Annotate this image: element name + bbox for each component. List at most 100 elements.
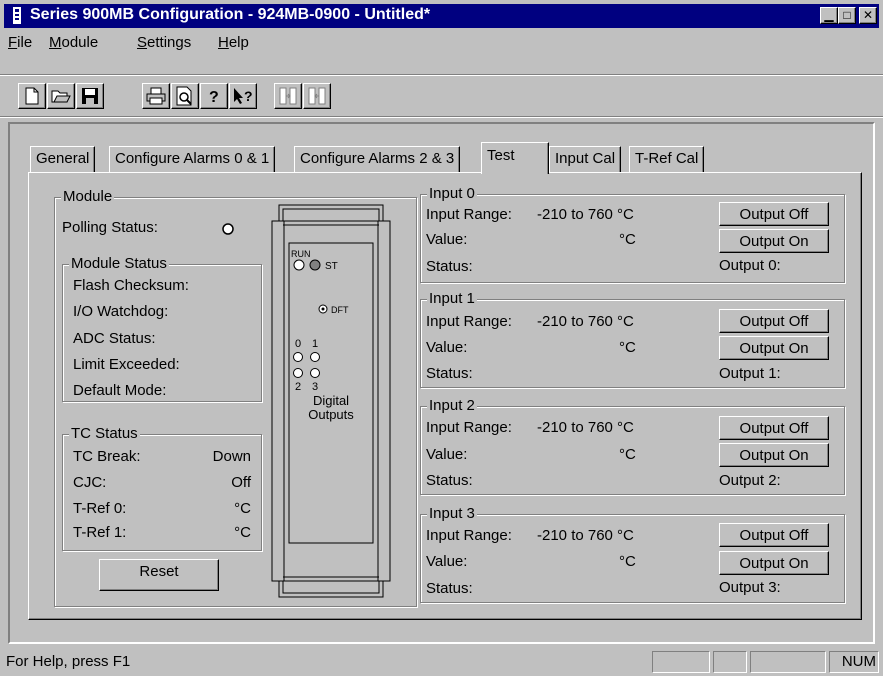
menu-module-label: odule [61, 34, 99, 51]
print-button[interactable] [142, 83, 170, 109]
title-bar[interactable]: Series 900MB Configuration - 924MB-0900 … [4, 4, 879, 28]
input-1-output-off-button[interactable]: Output Off [719, 309, 829, 333]
minimize-icon: ▁ [824, 8, 834, 22]
input-1-range-label: Input Range: [426, 313, 512, 330]
input-2-label: Input 2 [427, 397, 477, 415]
input-0-output-on-button[interactable]: Output On [719, 229, 829, 253]
input-2-output-off-label: Output Off [739, 420, 809, 437]
input-0-output-on-label: Output On [739, 233, 809, 250]
input-0-range-label: Input Range: [426, 206, 512, 223]
digital-label: Digital [313, 393, 349, 408]
new-file-icon [25, 87, 39, 105]
test-tab-panel: Module Polling Status: Module Status Fla… [28, 172, 862, 620]
input-1-output-on-button[interactable]: Output On [719, 336, 829, 360]
flash-checksum-label: Flash Checksum: [73, 277, 189, 294]
input-1-unit: °C [619, 339, 636, 356]
input-2-value-label: Value: [426, 446, 468, 463]
tab-t-ref-cal[interactable]: T-Ref Cal [629, 146, 705, 172]
input-2-unit: °C [619, 446, 636, 463]
tab-configure-alarms-0-1[interactable]: Configure Alarms 0 & 1 [109, 146, 276, 172]
input-0-unit: °C [619, 231, 636, 248]
menu-module[interactable]: Module [49, 34, 98, 51]
t-ref-0-label: T-Ref 0: [73, 500, 127, 517]
output-1-label: Output 1: [719, 365, 781, 382]
menu-separator [0, 74, 883, 76]
input-0-range-value: -210 to 760 °C [537, 206, 634, 223]
output-2-label: Output 2: [719, 472, 781, 489]
menu-help[interactable]: Help [218, 34, 249, 51]
svg-text:?: ? [244, 88, 253, 104]
menu-file[interactable]: File [8, 34, 32, 51]
menu-settings[interactable]: Settings [137, 34, 191, 51]
input-1-range-value: -210 to 760 °C [537, 313, 634, 330]
input-1-value-label: Value: [426, 339, 468, 356]
maximize-button[interactable]: □ [838, 7, 856, 24]
save-disk-icon [82, 88, 98, 104]
save-button[interactable] [76, 83, 104, 109]
module-status-label: Module Status [69, 255, 169, 273]
status-pane-1 [652, 651, 710, 673]
input-2-output-on-button[interactable]: Output On [719, 443, 829, 467]
tab-input-cal[interactable]: Input Cal [549, 146, 622, 172]
polling-status-indicator [222, 223, 234, 235]
input-3-value-label: Value: [426, 553, 468, 570]
input-3-unit: °C [619, 553, 636, 570]
close-button[interactable]: ✕ [859, 7, 877, 24]
input-0-label: Input 0 [427, 185, 477, 203]
about-icon: ? [209, 89, 219, 105]
input-3-output-off-button[interactable]: Output Off [719, 523, 829, 547]
input-2-status-label: Status: [426, 472, 473, 489]
menu-bar: File Module Settings Help [0, 30, 883, 60]
run-label: RUN [291, 249, 311, 259]
minimize-button[interactable]: ▁ [820, 7, 838, 24]
download-icon [308, 87, 326, 105]
input-0-value-label: Value: [426, 231, 468, 248]
dft-label: DFT [331, 305, 349, 315]
tab-test[interactable]: Test [481, 142, 549, 174]
module-group-label: Module [61, 188, 115, 206]
upload-button[interactable] [274, 83, 302, 109]
close-icon: ✕ [862, 8, 874, 22]
toolbar-separator [0, 116, 883, 118]
tab-general[interactable]: General [30, 146, 96, 172]
open-button[interactable] [47, 83, 75, 109]
upload-icon [279, 87, 297, 105]
input-0-output-off-button[interactable]: Output Off [719, 202, 829, 226]
new-button[interactable] [18, 83, 46, 109]
about-button[interactable]: ? [200, 83, 228, 109]
t-ref-0-value: °C [234, 500, 251, 517]
input-3-output-on-button[interactable]: Output On [719, 551, 829, 575]
input-1-label: Input 1 [427, 290, 477, 308]
status-help-text: For Help, press F1 [6, 653, 131, 670]
output-3-label: Output 3: [719, 579, 781, 596]
t-ref-1-label: T-Ref 1: [73, 524, 127, 541]
input-1-output-on-label: Output On [739, 340, 809, 357]
polling-status-label: Polling Status: [62, 219, 158, 236]
ch2-label: 2 [295, 381, 301, 393]
download-button[interactable] [303, 83, 331, 109]
tc-status-label: TC Status [69, 425, 140, 443]
num-lock-indicator: NUM [841, 653, 876, 670]
ch3-label: 3 [312, 381, 318, 393]
input-1-output-off-label: Output Off [739, 313, 809, 330]
reset-button[interactable]: Reset [99, 559, 219, 591]
limit-exceeded-label: Limit Exceeded: [73, 356, 180, 373]
maximize-icon: □ [843, 8, 851, 22]
menu-module-accel: M [49, 34, 62, 51]
adc-status-label: ADC Status: [73, 330, 156, 347]
print-preview-button[interactable] [171, 83, 199, 109]
tab-configure-alarms-2-3[interactable]: Configure Alarms 2 & 3 [294, 146, 461, 172]
input-3-label: Input 3 [427, 505, 477, 523]
context-help-icon: ? [234, 88, 253, 104]
app-window: Series 900MB Configuration - 924MB-0900 … [0, 0, 883, 676]
open-folder-icon [51, 90, 71, 103]
reset-button-label: Reset [139, 563, 179, 580]
input-2-output-off-button[interactable]: Output Off [719, 416, 829, 440]
ch0-label: 0 [295, 338, 301, 350]
input-3-output-on-label: Output On [739, 555, 809, 572]
context-help-button[interactable]: ? [229, 83, 257, 109]
status-pane-num: NUM [829, 651, 879, 673]
input-2-range-value: -210 to 760 °C [537, 419, 634, 436]
tc-break-label: TC Break: [73, 448, 141, 465]
output-0-label: Output 0: [719, 257, 781, 274]
